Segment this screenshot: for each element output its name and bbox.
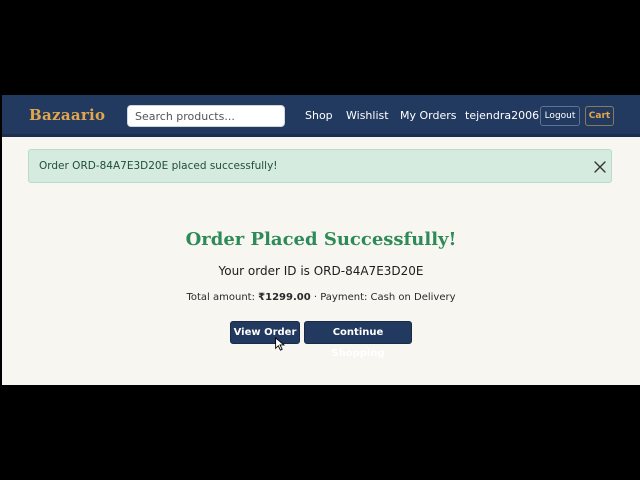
nav-link-my-orders[interactable]: My Orders xyxy=(400,109,457,122)
top-navbar: Bazaario Shop Wishlist My Orders tejendr… xyxy=(2,95,640,137)
order-id-text: Your order ID is ORD-84A7E3D20E xyxy=(218,264,424,278)
brand-logo[interactable]: Bazaario xyxy=(29,106,105,124)
mouse-pointer-icon xyxy=(275,337,286,351)
nav-link-username[interactable]: tejendra2006 xyxy=(465,109,539,122)
app-viewport: Bazaario Shop Wishlist My Orders tejendr… xyxy=(2,95,640,385)
cart-button[interactable]: Cart xyxy=(585,106,614,126)
nav-link-wishlist[interactable]: Wishlist xyxy=(346,109,389,122)
continue-shopping-button[interactable]: Continue Shopping xyxy=(304,321,412,359)
alert-message: Order ORD-84A7E3D20E placed successfully… xyxy=(39,160,278,172)
page-title: Order Placed Successfully! xyxy=(185,229,457,250)
search-input[interactable] xyxy=(127,105,285,127)
order-summary-line: Total amount: ₹1299.00 · Payment: Cash o… xyxy=(2,292,640,303)
success-alert: Order ORD-84A7E3D20E placed successfully… xyxy=(28,149,612,183)
logout-button[interactable]: Logout xyxy=(540,106,580,126)
nav-link-shop[interactable]: Shop xyxy=(305,109,333,122)
amount-value: ₹1299.00 xyxy=(258,292,311,303)
close-icon[interactable] xyxy=(593,160,607,174)
view-order-button[interactable]: View Order xyxy=(230,321,300,344)
payment-text: · Payment: Cash on Delivery xyxy=(310,292,456,303)
amount-label: Total amount: xyxy=(186,292,259,303)
